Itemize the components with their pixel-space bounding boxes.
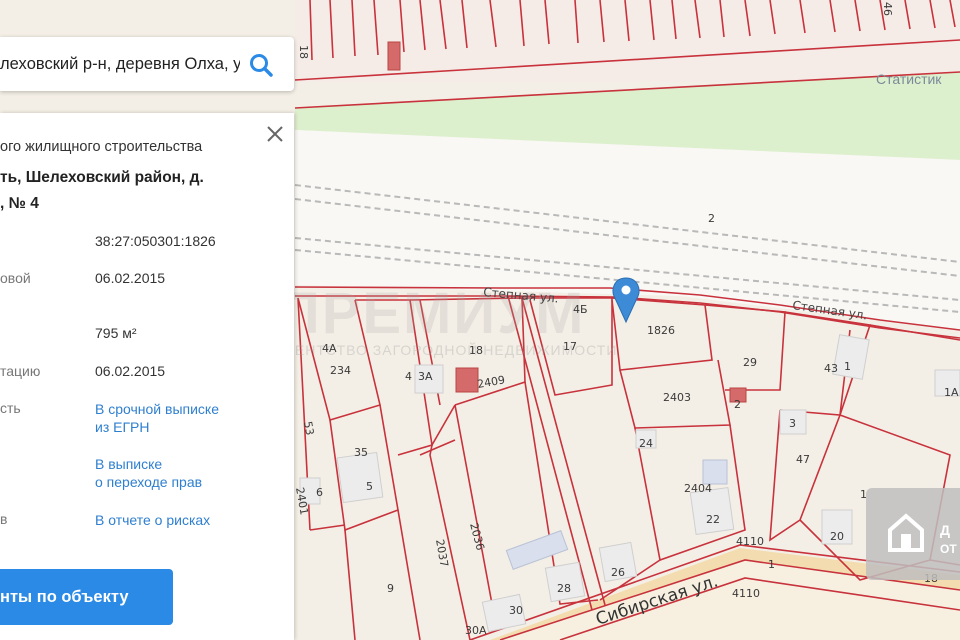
parcel-address: ть, Шелеховский район, д. , № 4 <box>0 165 204 217</box>
parcel-label: 20 <box>830 530 844 543</box>
parcel-label: 46 <box>881 2 894 16</box>
parcel-label: 53 <box>301 420 316 436</box>
parcel-label: 29 <box>743 356 757 369</box>
parcel-label: 18 <box>469 344 483 357</box>
parcel-label: 47 <box>796 453 810 466</box>
parcel-label: 6 <box>316 486 323 499</box>
link-line: В выписке <box>95 456 163 472</box>
parcel-label: 1826 <box>647 324 675 337</box>
row-value: 06.02.2015 <box>95 363 166 379</box>
badge-text: Д <box>940 522 950 538</box>
parcel-label: 234 <box>330 364 351 377</box>
cadastral-number: 38:27:050301:1826 <box>95 233 216 249</box>
statistics-link[interactable]: Статистик <box>876 71 941 87</box>
egrn-extract-link[interactable]: В срочной выписке из ЕГРН <box>95 400 219 436</box>
parcel-label: 3 <box>789 417 796 430</box>
parcel-label: 35 <box>354 446 368 459</box>
row-label: сть <box>0 400 21 416</box>
parcel-label: 17 <box>563 340 577 353</box>
parcel-label: 30 <box>509 604 523 617</box>
link-line: В срочной выписке <box>95 401 219 417</box>
parcel-label: 26 <box>611 566 625 579</box>
parcel-label: 4110 <box>732 587 760 600</box>
parcel-label: 28 <box>557 582 571 595</box>
parcel-label: 1 <box>768 558 775 571</box>
search-input[interactable]: лехoвский р-н, деревня Олха, у <box>0 37 240 91</box>
parcel-label: 24 <box>639 437 653 450</box>
parcel-label: 1 <box>844 360 851 373</box>
close-icon[interactable] <box>264 123 286 145</box>
parcel-label: 3А <box>418 370 433 383</box>
parcel-label: 2 <box>708 212 715 225</box>
parcel-label: 2 <box>734 398 741 411</box>
parcel-label: 43 <box>824 362 838 375</box>
link-line: из ЕГРН <box>95 419 150 435</box>
parcel-label: 4 <box>405 370 412 383</box>
parcel-label: 9 <box>387 582 394 595</box>
parcel-label: 2403 <box>663 391 691 404</box>
parcel-label: 4А <box>322 342 337 355</box>
link-line: В отчете о рисках <box>95 512 211 528</box>
row-value: 06.02.2015 <box>95 270 166 286</box>
object-documents-button[interactable]: нты по объекту <box>0 569 173 625</box>
parcel-label: 4Б <box>573 303 588 316</box>
search-icon[interactable] <box>248 52 274 78</box>
rights-transfer-link[interactable]: В выписке о переходе прав <box>95 455 202 491</box>
search-bar: лехoвский р-н, деревня Олха, у <box>0 37 294 91</box>
badge-logo-icon <box>888 513 924 552</box>
parcel-label: 30А <box>465 624 487 637</box>
parcel-usage-type: ого жилищного строительства <box>0 139 203 155</box>
parcel-info-panel: ого жилищного строительства ть, Шелеховс… <box>0 113 294 640</box>
parcel-label: 1А <box>944 386 959 399</box>
parcel-label: 5 <box>366 480 373 493</box>
parcel-label: 2404 <box>684 482 712 495</box>
address-line: ть, Шелеховский район, д. <box>0 169 204 186</box>
risk-report-link[interactable]: В отчете о рисках <box>95 511 210 529</box>
row-label: тацию <box>0 363 41 379</box>
row-label: овой <box>0 270 31 286</box>
address-line: , № 4 <box>0 195 39 212</box>
parcel-label: 4110 <box>736 535 764 548</box>
badge-text: ОТ <box>940 542 957 556</box>
parcel-label: 18 <box>297 45 310 59</box>
parcel-label: 22 <box>706 513 720 526</box>
row-label: в <box>0 511 8 527</box>
parcel-area: 795 м² <box>95 325 137 341</box>
link-line: о переходе прав <box>95 474 203 490</box>
